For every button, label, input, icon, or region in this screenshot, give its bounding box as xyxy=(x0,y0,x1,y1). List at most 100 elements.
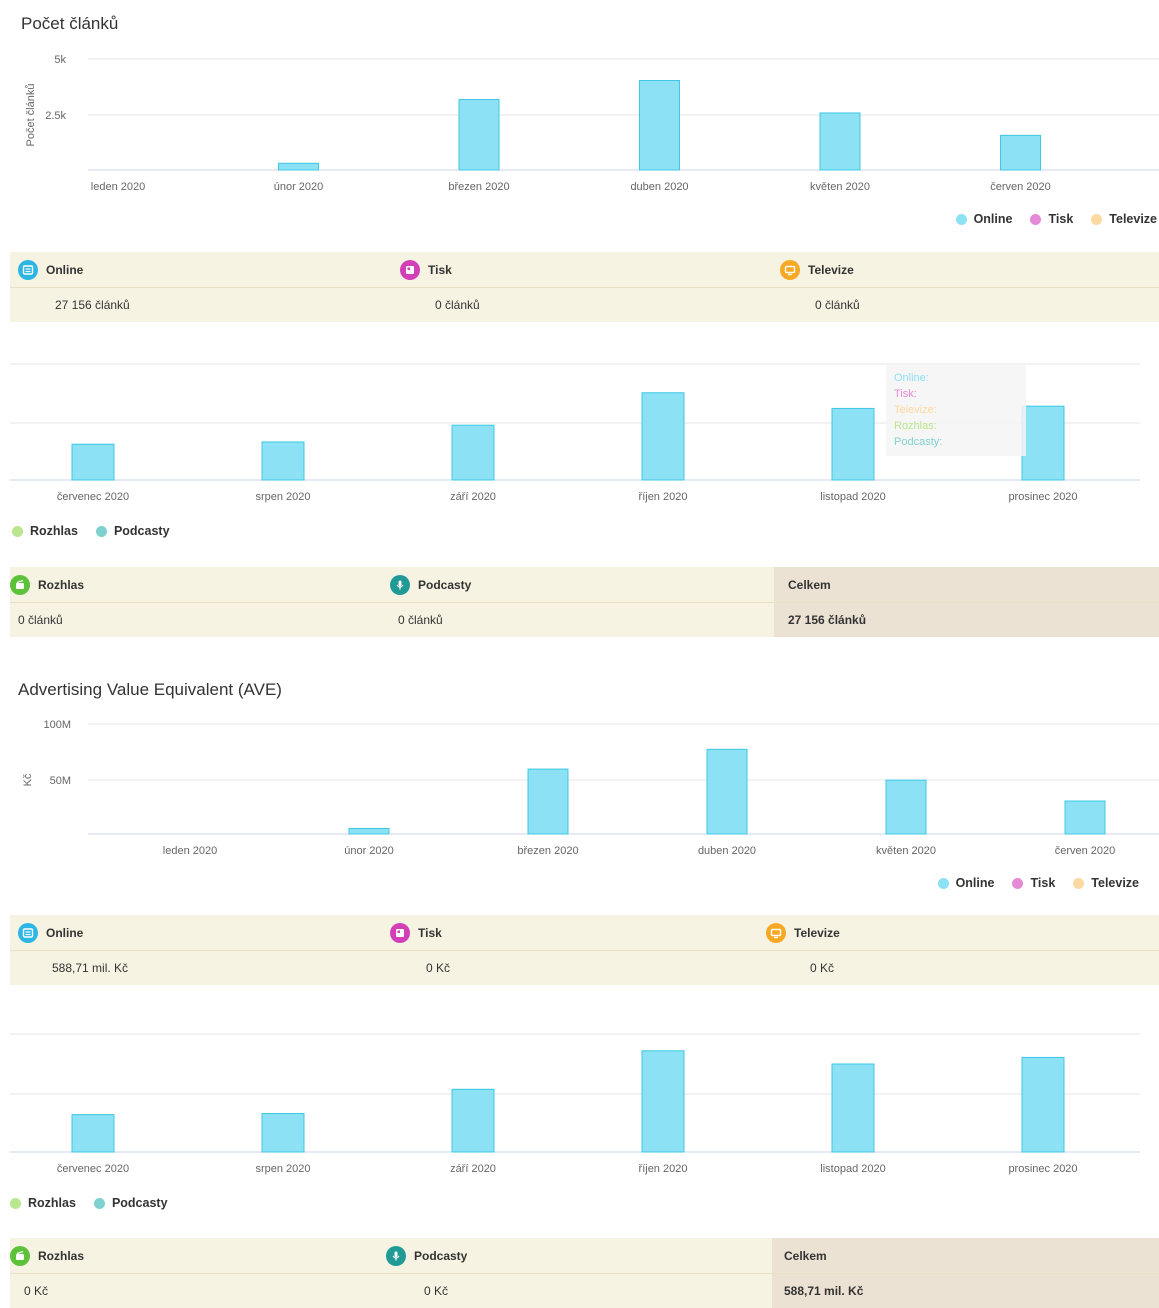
bar-online-brezen-2020[interactable] xyxy=(527,768,569,835)
legend-label: Podcasty xyxy=(113,524,170,538)
stat-label: Podcasty xyxy=(418,577,472,592)
legend-label: Online xyxy=(973,212,1013,226)
bar-online-kveten-2020[interactable] xyxy=(819,112,861,171)
bar-online-zari-2020[interactable] xyxy=(451,1088,495,1153)
bar-online-listopad-2020[interactable] xyxy=(831,1063,875,1153)
x-tick-label: srpen 2020 xyxy=(255,1163,310,1175)
ave-chart-h1[interactable]: 50M 100M Kč leden 2020 únor 2020 březen 2020 d… xyxy=(0,706,1159,866)
stat-televize: Televize 0 Kč xyxy=(766,915,1159,985)
bar-online-zari-2020[interactable] xyxy=(451,424,495,481)
stat-label: Online xyxy=(46,925,84,940)
tooltip-podcasty: Podcasty: xyxy=(894,436,943,448)
bar-online-unor-2020[interactable] xyxy=(278,162,319,171)
legend-articles-h1[interactable]: Online Tisk Televize xyxy=(955,212,1157,226)
legend-marker-icon xyxy=(1030,213,1042,225)
bar-online-prosinec-2020[interactable] xyxy=(1021,1056,1065,1153)
stat-podcasty: Podcasty 0 Kč xyxy=(386,1238,772,1308)
print-icon xyxy=(390,922,410,943)
x-tick-label: prosinec 2020 xyxy=(1008,491,1077,503)
bar-online-rijen-2020[interactable] xyxy=(641,1050,685,1153)
legend-label: Podcasty xyxy=(111,1196,168,1210)
stat-value: 27 156 článků xyxy=(788,613,867,627)
legend-item-rozhlas[interactable]: Rozhlas xyxy=(12,524,78,538)
bar-online-listopad-2020[interactable] xyxy=(831,407,875,481)
tooltip-rozhlas: Rozhlas: xyxy=(894,420,937,432)
legend-marker-icon xyxy=(955,213,967,225)
legend-item-televize[interactable]: Televize xyxy=(1091,212,1157,226)
ave-chart-h2[interactable]: červenec 2020 srpen 2020 září 2020 říjen 20… xyxy=(0,1022,1159,1182)
stat-tisk: Tisk 0 Kč xyxy=(390,915,766,985)
online-icon xyxy=(18,259,38,280)
legend-articles-h2[interactable]: Rozhlas Podcasty xyxy=(12,524,170,538)
x-tick-label: duben 2020 xyxy=(630,181,688,193)
y-tick-label: 2.5k xyxy=(45,110,66,122)
bar-online-rijen-2020[interactable] xyxy=(641,392,685,481)
stat-value: 0 článků xyxy=(398,613,443,627)
x-tick-label: listopad 2020 xyxy=(820,491,885,503)
radio-icon xyxy=(10,1245,30,1266)
legend-item-televize[interactable]: Televize xyxy=(1073,876,1139,890)
bar-online-prosinec-2020[interactable] xyxy=(1021,405,1065,481)
stat-value: 0 článků xyxy=(815,298,860,312)
stat-value: 588,71 mil. Kč xyxy=(52,961,129,975)
legend-label: Tisk xyxy=(1030,876,1056,890)
legend-label: Televize xyxy=(1091,876,1139,890)
stat-value: 0 Kč xyxy=(24,1284,49,1298)
legend-ave-h2[interactable]: Rozhlas Podcasty xyxy=(10,1196,168,1210)
articles-chart-h1[interactable]: 2.5k 5k Počet článků leden 2020 únor 2020 bře… xyxy=(0,40,1159,205)
microphone-icon xyxy=(386,1245,406,1266)
x-tick-label: prosinec 2020 xyxy=(1008,1163,1077,1175)
bar-online-cerven-2020[interactable] xyxy=(1064,800,1106,835)
bar-online-cervenec-2020[interactable] xyxy=(71,443,115,481)
legend-item-tisk[interactable]: Tisk xyxy=(1012,876,1055,890)
stat-value: 0 článků xyxy=(435,298,480,312)
legend-item-podcasty[interactable]: Podcasty xyxy=(95,524,170,538)
stat-label: Rozhlas xyxy=(38,577,85,592)
bar-online-brezen-2020[interactable] xyxy=(458,99,500,171)
stat-label: Celkem xyxy=(788,577,831,592)
x-tick-label: září 2020 xyxy=(450,491,496,503)
legend-item-rozhlas[interactable]: Rozhlas xyxy=(10,1196,76,1210)
y-tick-label: 50M xyxy=(50,775,71,787)
legend-item-podcasty[interactable]: Podcasty xyxy=(93,1196,168,1210)
x-tick-label: únor 2020 xyxy=(344,845,394,857)
x-tick-label: únor 2020 xyxy=(274,181,324,193)
legend-marker-icon xyxy=(1073,877,1085,889)
stat-rozhlas: Rozhlas 0 Kč xyxy=(10,1238,386,1308)
legend-ave-h1[interactable]: Online Tisk Televize xyxy=(937,876,1139,890)
bar-online-kveten-2020[interactable] xyxy=(885,779,927,835)
legend-item-online[interactable]: Online xyxy=(937,876,994,890)
y-axis-title: Počet článků xyxy=(25,84,37,147)
tooltip-tisk: Tisk: xyxy=(894,388,917,400)
legend-item-online[interactable]: Online xyxy=(955,212,1013,226)
chart-tooltip: Online: Tisk: Televize: Rozhlas: Podcast… xyxy=(886,364,1026,456)
bar-online-unor-2020[interactable] xyxy=(348,828,390,835)
x-tick-label: červenec 2020 xyxy=(57,1163,129,1175)
legend-label: Rozhlas xyxy=(30,524,78,538)
bar-online-duben-2020[interactable] xyxy=(706,748,748,835)
online-icon xyxy=(18,922,38,943)
bar-online-cervenec-2020[interactable] xyxy=(71,1114,115,1153)
legend-marker-icon xyxy=(93,1197,105,1209)
stat-celkem: Celkem 27 156 článků xyxy=(774,567,1159,637)
x-tick-label: červenec 2020 xyxy=(57,491,129,503)
stat-podcasty: Podcasty 0 článků xyxy=(390,567,774,637)
x-tick-label: duben 2020 xyxy=(698,845,756,857)
x-tick-label: leden 2020 xyxy=(91,181,145,193)
legend-label: Rozhlas xyxy=(28,1196,76,1210)
legend-marker-icon xyxy=(937,877,949,889)
bar-online-duben-2020[interactable] xyxy=(639,80,680,171)
bar-online-srpen-2020[interactable] xyxy=(261,1113,305,1153)
bar-online-srpen-2020[interactable] xyxy=(261,441,305,481)
x-tick-label: listopad 2020 xyxy=(820,1163,885,1175)
legend-marker-icon xyxy=(1091,213,1103,225)
stat-celkem: Celkem 588,71 mil. Kč xyxy=(772,1238,1159,1308)
stats-ave-bottom: Rozhlas 0 Kč Podcasty 0 Kč Celkem 588,71 mil.… xyxy=(10,1238,1159,1308)
legend-item-tisk[interactable]: Tisk xyxy=(1030,212,1073,226)
tv-icon xyxy=(766,922,786,943)
x-tick-label: říjen 2020 xyxy=(639,1163,688,1175)
stats-ave-top: Online 588,71 mil. Kč Tisk 0 Kč Televize 0 Kč xyxy=(10,915,1159,985)
x-tick-label: srpen 2020 xyxy=(255,491,310,503)
bar-online-cerven-2020[interactable] xyxy=(1000,134,1041,171)
stat-value: 27 156 článků xyxy=(55,298,130,312)
